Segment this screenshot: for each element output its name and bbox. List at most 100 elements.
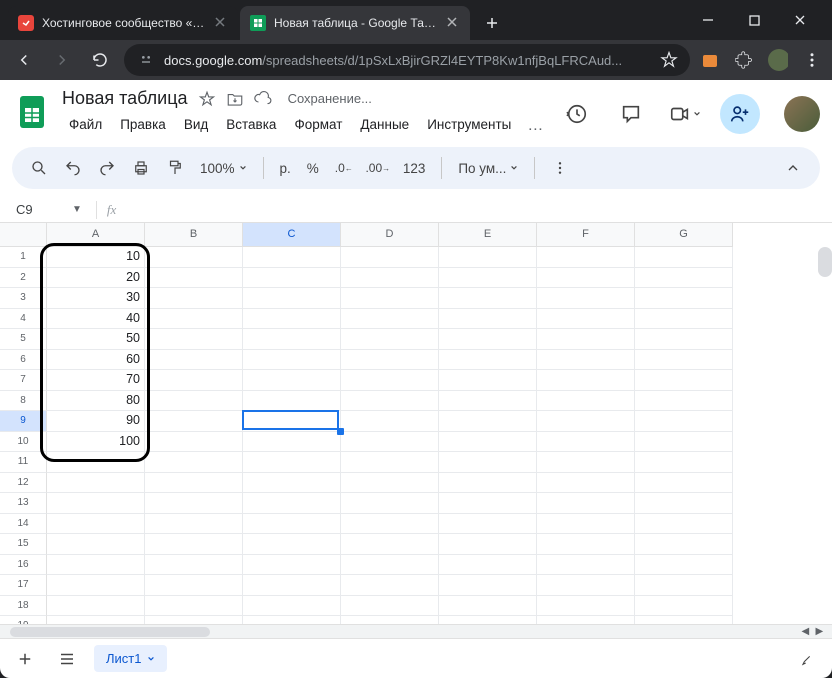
cell[interactable] [145,432,243,453]
cell[interactable] [145,247,243,268]
menu-insert[interactable]: Вставка [219,113,283,139]
cell[interactable] [243,247,341,268]
cell[interactable] [145,616,243,624]
cell[interactable] [341,350,439,371]
cell[interactable] [243,493,341,514]
scroll-right-icon[interactable]: ▶ [812,626,826,637]
row-header[interactable]: 18 [0,596,47,617]
close-icon[interactable] [446,16,460,30]
fill-handle[interactable] [337,428,344,435]
scrollbar-thumb[interactable] [10,627,210,637]
cell[interactable] [341,616,439,624]
cell[interactable] [341,473,439,494]
row-header[interactable]: 17 [0,575,47,596]
cell[interactable] [341,452,439,473]
cell[interactable] [537,575,635,596]
row-header[interactable]: 4 [0,309,47,330]
explore-button[interactable] [792,644,822,674]
column-header[interactable]: G [635,223,733,247]
cell[interactable] [537,268,635,289]
extension-icon[interactable] [700,50,720,70]
cell[interactable] [145,329,243,350]
cell[interactable] [243,288,341,309]
cell[interactable] [341,329,439,350]
cell[interactable] [341,596,439,617]
browser-tab-inactive[interactable]: Хостинговое сообщество «Tin [8,6,238,40]
cell[interactable] [243,370,341,391]
row-header[interactable]: 8 [0,391,47,412]
cell[interactable] [635,329,733,350]
cell[interactable] [635,514,733,535]
add-sheet-button[interactable] [10,644,40,674]
cell[interactable] [341,370,439,391]
print-button[interactable] [126,153,156,183]
cell[interactable]: 30 [47,288,145,309]
cell[interactable] [243,432,341,453]
cell[interactable] [537,534,635,555]
row-header[interactable]: 1 [0,247,47,268]
cell[interactable] [439,473,537,494]
back-button[interactable] [10,46,38,74]
scroll-left-icon[interactable]: ◀ [798,626,812,637]
cell[interactable] [439,493,537,514]
cell[interactable] [635,596,733,617]
vertical-scrollbar[interactable] [818,247,832,277]
redo-button[interactable] [92,153,122,183]
doc-title[interactable]: Новая таблица [62,88,188,109]
column-header[interactable]: B [145,223,243,247]
history-button[interactable] [558,95,596,133]
cell[interactable] [635,288,733,309]
cell[interactable] [537,288,635,309]
row-header[interactable]: 9 [0,411,47,432]
cell[interactable] [145,514,243,535]
cell[interactable] [341,514,439,535]
column-header[interactable]: F [537,223,635,247]
increase-decimals-button[interactable]: .00→ [363,153,393,183]
cell[interactable] [243,575,341,596]
cell[interactable] [635,555,733,576]
cell[interactable] [341,493,439,514]
cell[interactable] [341,411,439,432]
cell[interactable] [145,452,243,473]
horizontal-scrollbar[interactable]: ◀ ▶ [0,624,832,638]
minimize-button[interactable] [694,6,722,34]
cell[interactable] [145,473,243,494]
cell[interactable] [439,452,537,473]
menu-data[interactable]: Данные [353,113,416,139]
percent-button[interactable]: % [301,161,325,176]
url-field[interactable]: docs.google.com/spreadsheets/d/1pSxLxBji… [124,44,690,76]
forward-button[interactable] [48,46,76,74]
sheet-tab-active[interactable]: Лист1 [94,645,167,672]
cell[interactable] [439,616,537,624]
cell[interactable] [537,411,635,432]
cell[interactable] [341,268,439,289]
cell[interactable] [47,473,145,494]
cell[interactable] [439,534,537,555]
cell[interactable] [341,391,439,412]
cell[interactable] [439,432,537,453]
cell[interactable] [537,309,635,330]
number-format-button[interactable]: 123 [397,161,432,176]
cell[interactable]: 50 [47,329,145,350]
cell[interactable] [635,247,733,268]
column-header[interactable]: A [47,223,145,247]
cell[interactable] [243,350,341,371]
cell[interactable]: 60 [47,350,145,371]
cell[interactable] [243,473,341,494]
cell[interactable] [635,350,733,371]
cell[interactable] [47,596,145,617]
cell[interactable] [439,370,537,391]
cell[interactable] [341,247,439,268]
cell[interactable] [341,555,439,576]
cell[interactable] [635,391,733,412]
cell[interactable] [47,534,145,555]
cell[interactable] [635,411,733,432]
collapse-toolbar-button[interactable] [778,153,808,183]
meet-button[interactable] [666,95,704,133]
row-header[interactable]: 6 [0,350,47,371]
select-all-corner[interactable] [0,223,47,247]
share-button[interactable] [720,94,760,134]
account-avatar[interactable] [784,96,820,132]
cell[interactable] [243,596,341,617]
menu-view[interactable]: Вид [177,113,215,139]
